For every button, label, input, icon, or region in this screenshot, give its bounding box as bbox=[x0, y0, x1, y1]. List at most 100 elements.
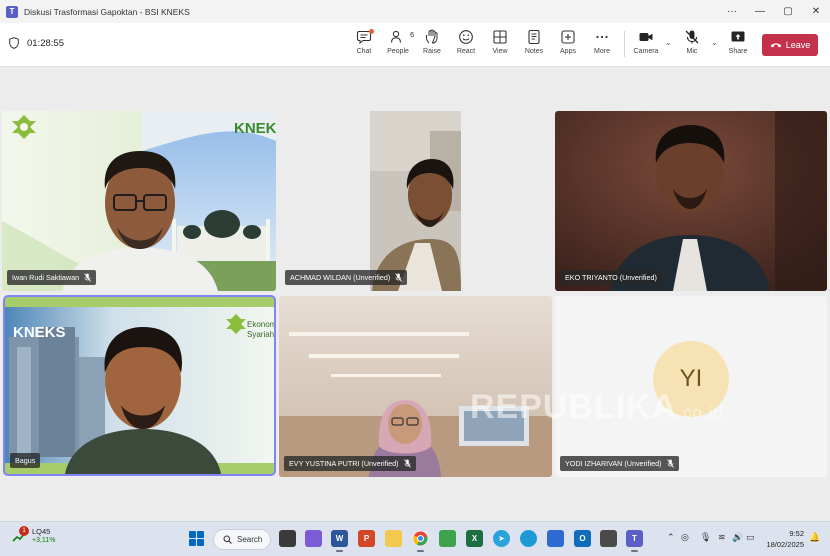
file-explorer-icon[interactable] bbox=[385, 530, 402, 547]
people-button[interactable]: 6 People bbox=[381, 29, 415, 61]
close-button[interactable]: ✕ bbox=[802, 0, 830, 23]
stock-notification-badge: 1 bbox=[19, 525, 29, 536]
toolbar-divider bbox=[624, 31, 625, 57]
chat-button[interactable]: Chat bbox=[347, 29, 381, 61]
volume-icon[interactable]: 🔊 bbox=[732, 532, 743, 543]
video-stage: KNEKS Iwan Rudi Saktiawan bbox=[0, 68, 830, 521]
mic-muted-icon bbox=[403, 459, 411, 468]
participant-name: EKO TRIYANTO (Unverified) bbox=[565, 273, 657, 282]
participant-name-tag: ACHMAD WILDAN (Unverified) bbox=[285, 270, 408, 285]
meeting-timer: 01:28:55 bbox=[9, 37, 64, 49]
participant-name: ACHMAD WILDAN (Unverified) bbox=[290, 273, 391, 282]
excel-icon[interactable]: X bbox=[466, 530, 483, 547]
background-badge-line1: Ekonomi bbox=[247, 320, 274, 329]
minimize-button[interactable]: — bbox=[746, 0, 774, 23]
notes-button[interactable]: Notes bbox=[517, 29, 551, 61]
camera-button[interactable]: Camera bbox=[629, 29, 663, 61]
participant-video-iwan: KNEKS bbox=[2, 111, 276, 291]
news-icon[interactable] bbox=[547, 530, 564, 547]
window-title: Diskusi Trasformasi Gapoktan - BSI KNEKS bbox=[24, 6, 190, 17]
participant-name: Iwan Rudi Saktiawan bbox=[12, 273, 80, 282]
outlook-icon[interactable]: O bbox=[574, 530, 591, 547]
background-logo: KNEKS bbox=[13, 324, 66, 341]
share-button[interactable]: Share bbox=[721, 29, 755, 61]
camera-label: Camera bbox=[633, 48, 659, 55]
search-label: Search bbox=[237, 535, 263, 544]
telegram-icon[interactable]: ➤ bbox=[493, 530, 510, 547]
stock-chart-icon: 1 bbox=[12, 525, 29, 542]
more-label: More bbox=[594, 48, 610, 55]
watermark-brand: REPUBLIKA bbox=[470, 388, 678, 426]
notes-label: Notes bbox=[524, 48, 544, 55]
participant-tile-eko[interactable]: EKO TRIYANTO (Unverified) bbox=[555, 111, 827, 291]
background-badge-line2: Syariah bbox=[247, 330, 274, 339]
timer-text: 01:28:55 bbox=[27, 37, 64, 49]
camera-app-icon[interactable] bbox=[600, 530, 617, 547]
people-count: 6 bbox=[410, 32, 414, 39]
view-button[interactable]: View bbox=[483, 29, 517, 61]
task-view-icon[interactable] bbox=[279, 530, 296, 547]
mic-tray-icon[interactable]: 🎙 bbox=[700, 532, 711, 543]
ellipsis-icon bbox=[596, 35, 608, 39]
clock-time: 9:52 bbox=[789, 529, 804, 538]
mic-options-chevron-icon[interactable]: ⌄ bbox=[711, 38, 718, 47]
participant-tile-achmad[interactable]: ACHMAD WILDAN (Unverified) bbox=[280, 111, 552, 291]
participant-name-tag: Iwan Rudi Saktiawan bbox=[7, 270, 97, 285]
meeting-toolbar: 01:28:55 Chat 6 People Raise React View … bbox=[0, 23, 830, 67]
view-label: View bbox=[492, 48, 508, 55]
notifications-bell-icon[interactable]: 🔔 bbox=[809, 532, 820, 543]
apps-button[interactable]: Apps bbox=[551, 29, 585, 61]
mic-muted-icon bbox=[666, 459, 674, 468]
notes-icon bbox=[528, 29, 540, 45]
maximize-button[interactable]: ▢ bbox=[774, 0, 802, 23]
wifi-icon[interactable]: ≋ bbox=[718, 532, 726, 543]
participant-name-tag: Bagus bbox=[10, 453, 41, 468]
camera-icon bbox=[639, 33, 653, 41]
copilot-icon[interactable] bbox=[305, 530, 322, 547]
battery-icon[interactable]: ▭ bbox=[746, 532, 755, 543]
more-options-button[interactable]: ··· bbox=[718, 0, 746, 23]
mic-muted-icon bbox=[395, 273, 403, 282]
raise-hand-button[interactable]: Raise bbox=[415, 29, 449, 61]
word-icon[interactable]: W bbox=[331, 530, 348, 552]
mic-muted-icon bbox=[84, 273, 91, 282]
meet-now-icon[interactable]: ◎ bbox=[681, 532, 689, 543]
phone-hangup-icon bbox=[770, 43, 782, 48]
more-button[interactable]: More bbox=[585, 29, 619, 61]
mic-button[interactable]: Mic bbox=[675, 29, 709, 61]
watermark: REPUBLIKA.co.id bbox=[470, 388, 724, 427]
participant-video-bagus: KNEKS Ekonomi Syariah bbox=[5, 297, 274, 474]
participant-tile-bagus[interactable]: KNEKS Ekonomi Syariah Bagus bbox=[3, 295, 276, 476]
smiley-icon bbox=[459, 30, 473, 44]
start-button[interactable] bbox=[189, 531, 204, 546]
participant-video-achmad bbox=[370, 111, 461, 291]
leave-label: Leave bbox=[785, 40, 811, 50]
watermark-suffix: .co.id bbox=[677, 403, 724, 422]
participant-video-eko bbox=[555, 111, 827, 291]
title-bar: T Diskusi Trasformasi Gapoktan - BSI KNE… bbox=[0, 0, 830, 23]
system-clock[interactable]: 9:52 18/02/2025 bbox=[764, 528, 804, 550]
powerpoint-icon[interactable]: P bbox=[358, 530, 375, 547]
windows-taskbar: 1 LQ45 +3,11% Search W P X ➤ O T ⌃ ◎ 🎙 ≋… bbox=[0, 521, 830, 556]
participant-name: EVY YUSTINA PUTRI (Unverified) bbox=[289, 459, 399, 468]
participant-name: Bagus bbox=[15, 456, 36, 465]
stock-widget[interactable]: 1 LQ45 +3,11% bbox=[12, 525, 55, 544]
participant-name: YODI IZHARIVAN (Unverified) bbox=[565, 459, 662, 468]
clock-date: 18/02/2025 bbox=[766, 540, 804, 549]
chrome-icon[interactable] bbox=[412, 530, 429, 552]
react-button[interactable]: React bbox=[449, 29, 483, 61]
apps-icon bbox=[561, 30, 575, 44]
taskbar-search[interactable]: Search bbox=[213, 529, 271, 550]
participant-tile-iwan[interactable]: KNEKS Iwan Rudi Saktiawan bbox=[2, 111, 276, 291]
tray-overflow-chevron-icon[interactable]: ⌃ bbox=[667, 532, 675, 543]
edge-icon[interactable] bbox=[520, 530, 537, 547]
camera-options-chevron-icon[interactable]: ⌄ bbox=[665, 38, 672, 47]
participant-tile-evy[interactable]: EVY YUSTINA PUTRI (Unverified) bbox=[279, 296, 552, 477]
participant-tile-yodi[interactable]: YI YODI IZHARIVAN (Unverified) bbox=[555, 296, 827, 477]
store-icon[interactable] bbox=[439, 530, 456, 547]
leave-button[interactable]: Leave bbox=[762, 34, 818, 56]
mic-label: Mic bbox=[686, 48, 698, 55]
participant-name-tag: EKO TRIYANTO (Unverified) bbox=[560, 270, 662, 285]
teams-icon[interactable]: T bbox=[626, 530, 643, 552]
people-icon bbox=[390, 30, 402, 43]
